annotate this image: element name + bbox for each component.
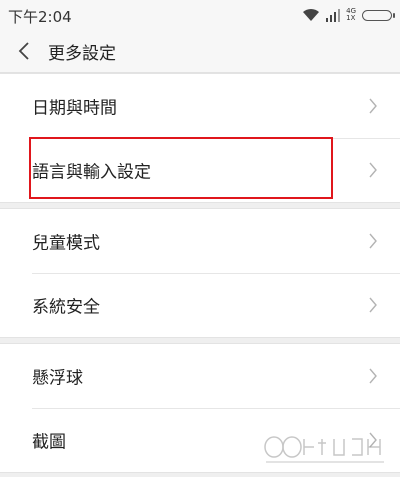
- wifi-icon: [303, 8, 320, 21]
- back-button[interactable]: [10, 37, 38, 65]
- settings-item-label: 系統安全: [32, 297, 100, 318]
- chevron-right-icon: [369, 297, 377, 313]
- network-type: 4G 1X: [346, 8, 356, 22]
- chevron-right-icon: [369, 368, 377, 384]
- settings-item-label: 日期與時間: [32, 98, 117, 119]
- settings-item-kids-mode[interactable]: 兒童模式: [0, 209, 400, 273]
- settings-item-label: 截圖: [32, 432, 66, 453]
- chevron-right-icon: [369, 162, 377, 178]
- status-time: 下午2:04: [8, 8, 72, 26]
- settings-item-system-security[interactable]: 系統安全: [0, 273, 400, 337]
- settings-item-label: 兒童模式: [32, 233, 100, 254]
- settings-group-2: 兒童模式 系統安全: [0, 208, 400, 338]
- chevron-right-icon: [369, 233, 377, 249]
- status-bar: 下午2:04 4G 1X: [0, 0, 400, 30]
- page-title: 更多設定: [48, 44, 116, 64]
- chevron-right-icon: [369, 98, 377, 114]
- network-type-secondary: 1X: [346, 14, 356, 22]
- header: 更多設定: [0, 30, 400, 73]
- settings-item-screenshot[interactable]: 截圖: [0, 408, 400, 472]
- chevron-right-icon: [369, 432, 377, 448]
- settings-group-3: 懸浮球 截圖: [0, 343, 400, 473]
- settings-item-date-time[interactable]: 日期與時間: [0, 74, 400, 138]
- settings-group-1: 日期與時間 語言與輸入設定: [0, 73, 400, 203]
- settings-item-language-input[interactable]: 語言與輸入設定: [0, 138, 400, 202]
- battery-icon: [362, 9, 395, 21]
- settings-item-floating-ball[interactable]: 懸浮球: [0, 344, 400, 408]
- chevron-left-icon: [18, 42, 29, 60]
- status-icons: 4G 1X: [302, 6, 395, 24]
- signal-icon: [326, 9, 341, 22]
- settings-item-label: 語言與輸入設定: [32, 162, 151, 183]
- settings-item-label: 懸浮球: [32, 368, 83, 389]
